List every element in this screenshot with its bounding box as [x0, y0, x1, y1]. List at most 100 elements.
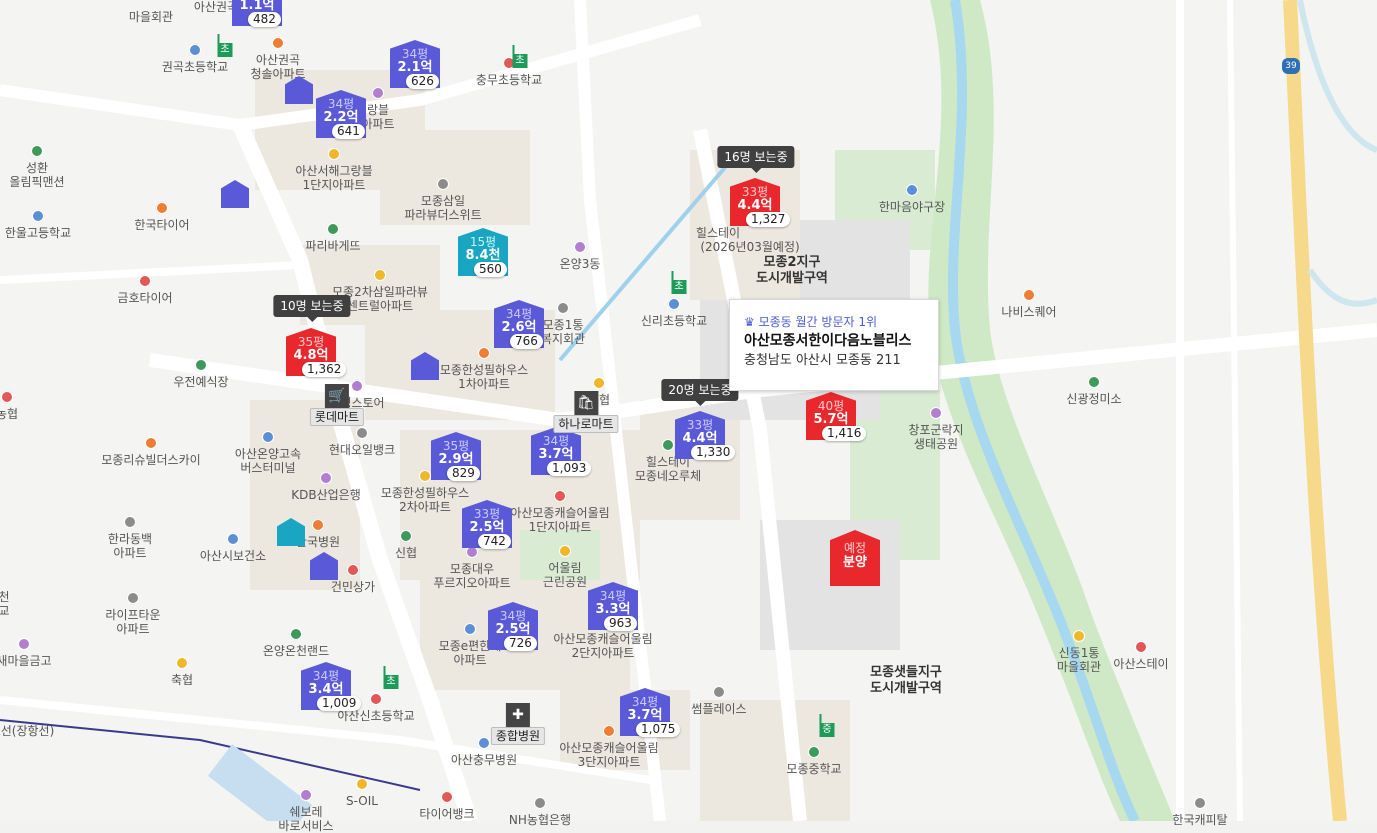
poi-dot-icon[interactable] [603, 725, 615, 737]
poi-dot-icon[interactable] [574, 241, 586, 253]
store-marker[interactable]: ✚ 종합병원 [490, 703, 546, 745]
pin-household-count: 1,416 [822, 426, 867, 441]
poi-dot-icon[interactable] [464, 623, 476, 635]
label-line: 천 [0, 590, 10, 604]
poi-dot-icon[interactable] [1088, 376, 1100, 388]
poi-dot-icon[interactable] [328, 148, 340, 160]
apartment-price-pin[interactable]: 33평 2.5억 742 [462, 500, 514, 550]
label-line: 모종샛들지구 [870, 665, 942, 680]
apartment-price-pin[interactable]: 15평 8.4천 560 [458, 228, 510, 278]
label-line: 파라뷰더스위트 [404, 208, 482, 222]
label-line: 아파트 [116, 622, 150, 636]
poi-dot-icon[interactable] [437, 178, 449, 190]
poi-dot-icon[interactable] [32, 210, 44, 222]
poi-dot-icon[interactable] [478, 737, 490, 749]
poi-dot-icon[interactable] [478, 347, 490, 359]
label-line: 아산시보건소 [199, 549, 267, 563]
poi-dot-icon[interactable] [1135, 641, 1147, 653]
poi-dot-icon[interactable] [374, 269, 386, 281]
apartment-price-pin[interactable]: 40평 5.7억 1,416 [806, 392, 867, 442]
school-flag-icon[interactable]: 중 [819, 714, 835, 737]
poi-dot-icon[interactable] [534, 797, 546, 809]
poi-dot-icon[interactable] [347, 564, 359, 576]
poi-dot-icon[interactable] [300, 789, 312, 801]
store-marker[interactable]: 🛍 하나로마트 [553, 391, 619, 433]
poi-dot-icon[interactable] [356, 427, 368, 439]
poi-dot-icon[interactable] [906, 184, 918, 196]
apartment-price-pin[interactable]: 33평 4.4억 1,327 [730, 178, 791, 228]
school-flag-icon[interactable]: 초 [217, 34, 233, 57]
poi-dot-icon[interactable] [189, 44, 201, 56]
poi-dot-icon[interactable] [557, 302, 569, 314]
pin-household-count: 560 [474, 262, 507, 277]
apartment-info-card[interactable]: ♛ 모종동 월간 방문자 1위 아산모종서한이다음노블리스 충청남도 아산시 모… [729, 299, 939, 391]
poi-dot-icon[interactable] [554, 490, 566, 502]
poi-dot-icon[interactable] [176, 657, 188, 669]
poi-dot-icon[interactable] [262, 431, 274, 443]
apartment-price-pin[interactable]: 34평 3.7억 1,093 [531, 427, 592, 477]
school-flag-icon[interactable]: 초 [671, 271, 687, 294]
poi-dot-icon[interactable] [419, 470, 431, 482]
poi-dot-icon[interactable] [145, 437, 157, 449]
apartment-price-pin[interactable]: 34평 2.6억 766 [494, 300, 546, 350]
poi-dot-icon[interactable] [320, 472, 332, 484]
poi-dot-icon[interactable] [227, 533, 239, 545]
place-label: 모종1통 복지회관 [541, 318, 585, 346]
poi-dot-icon[interactable] [156, 202, 168, 214]
poi-dot-icon[interactable] [312, 519, 324, 531]
poi-dot-icon[interactable] [370, 693, 382, 705]
label-line: 신협 [394, 546, 418, 560]
pin-household-count: 1,327 [746, 212, 791, 227]
poi-dot-icon[interactable] [356, 778, 368, 790]
poi-dot-icon[interactable] [930, 407, 942, 419]
place-label: 아산온양고속 버스터미널 [235, 447, 301, 475]
apartment-price-pin[interactable]: 34평 2.5억 726 [488, 602, 540, 652]
poi-dot-icon[interactable] [139, 275, 151, 287]
school-flag-icon[interactable]: 초 [512, 45, 528, 68]
apartment-price-pin[interactable]: 33평 4.4억 1,330 [675, 411, 736, 461]
apartment-price-pin[interactable]: 34평 2.2억 641 [316, 90, 368, 140]
poi-dot-icon[interactable] [400, 530, 412, 542]
poi-dot-icon[interactable] [441, 791, 453, 803]
poi-dot-icon[interactable] [662, 439, 674, 451]
apartment-price-pin[interactable]: 34평 3.4억 1,009 [301, 662, 362, 712]
school-flag-icon[interactable]: 초 [383, 666, 399, 689]
poi-dot-icon[interactable] [1194, 797, 1206, 809]
poi-dot-icon[interactable] [1, 391, 13, 403]
poi-dot-icon[interactable] [1023, 289, 1035, 301]
poi-dot-icon[interactable] [713, 686, 725, 698]
poi-dot-icon[interactable] [593, 377, 605, 389]
apartment-price-pin[interactable]: 34평 2.1억 626 [390, 40, 442, 90]
poi-dot-icon[interactable] [124, 516, 136, 528]
viewers-tag: 16명 보는중 [717, 146, 795, 173]
label-line: S-OIL [346, 794, 378, 808]
apartment-name[interactable]: 아산모종서한이다음노블리스 [744, 330, 924, 352]
poi-dot-icon[interactable] [18, 638, 30, 650]
presale-pin[interactable]: 예정 분양 [830, 530, 880, 586]
apartment-price-pin[interactable]: 34평 3.3억 963 [588, 582, 640, 632]
poi-dot-icon[interactable] [1073, 630, 1085, 642]
poi-dot-icon[interactable] [127, 592, 139, 604]
poi-dot-icon[interactable] [668, 298, 680, 310]
poi-dot-icon[interactable] [290, 628, 302, 640]
label-line: 우전예식장 [173, 375, 229, 389]
poi-dot-icon[interactable] [559, 545, 571, 557]
label-line: 신동1통 [1058, 646, 1100, 660]
poi-dot-icon[interactable] [372, 87, 384, 99]
poi-dot-icon[interactable] [195, 359, 207, 371]
viewers-tag: 10명 보는중 [273, 295, 351, 322]
visitor-rank: ♛ 모종동 월간 방문자 1위 [744, 315, 878, 329]
poi-dot-icon[interactable] [327, 223, 339, 235]
poi-dot-icon[interactable] [272, 37, 284, 49]
apartment-price-pin[interactable]: 1.1억 482 [232, 0, 284, 28]
place-label: 모종중학교 [786, 762, 841, 776]
place-label: 한라동백 아파트 [108, 532, 152, 560]
place-label: 마을회관 [129, 10, 173, 24]
poi-dot-icon[interactable] [31, 145, 43, 157]
apartment-price-pin[interactable]: 34평 3.7억 1,075 [620, 688, 681, 738]
store-marker[interactable]: 🛒 롯데마트 [309, 384, 365, 426]
label-line: 복지회관 [540, 332, 586, 346]
apartment-price-pin[interactable]: 35평 4.8억 1,362 [286, 328, 347, 378]
poi-dot-icon[interactable] [808, 746, 820, 758]
apartment-price-pin[interactable]: 35평 2.9억 829 [431, 432, 483, 482]
